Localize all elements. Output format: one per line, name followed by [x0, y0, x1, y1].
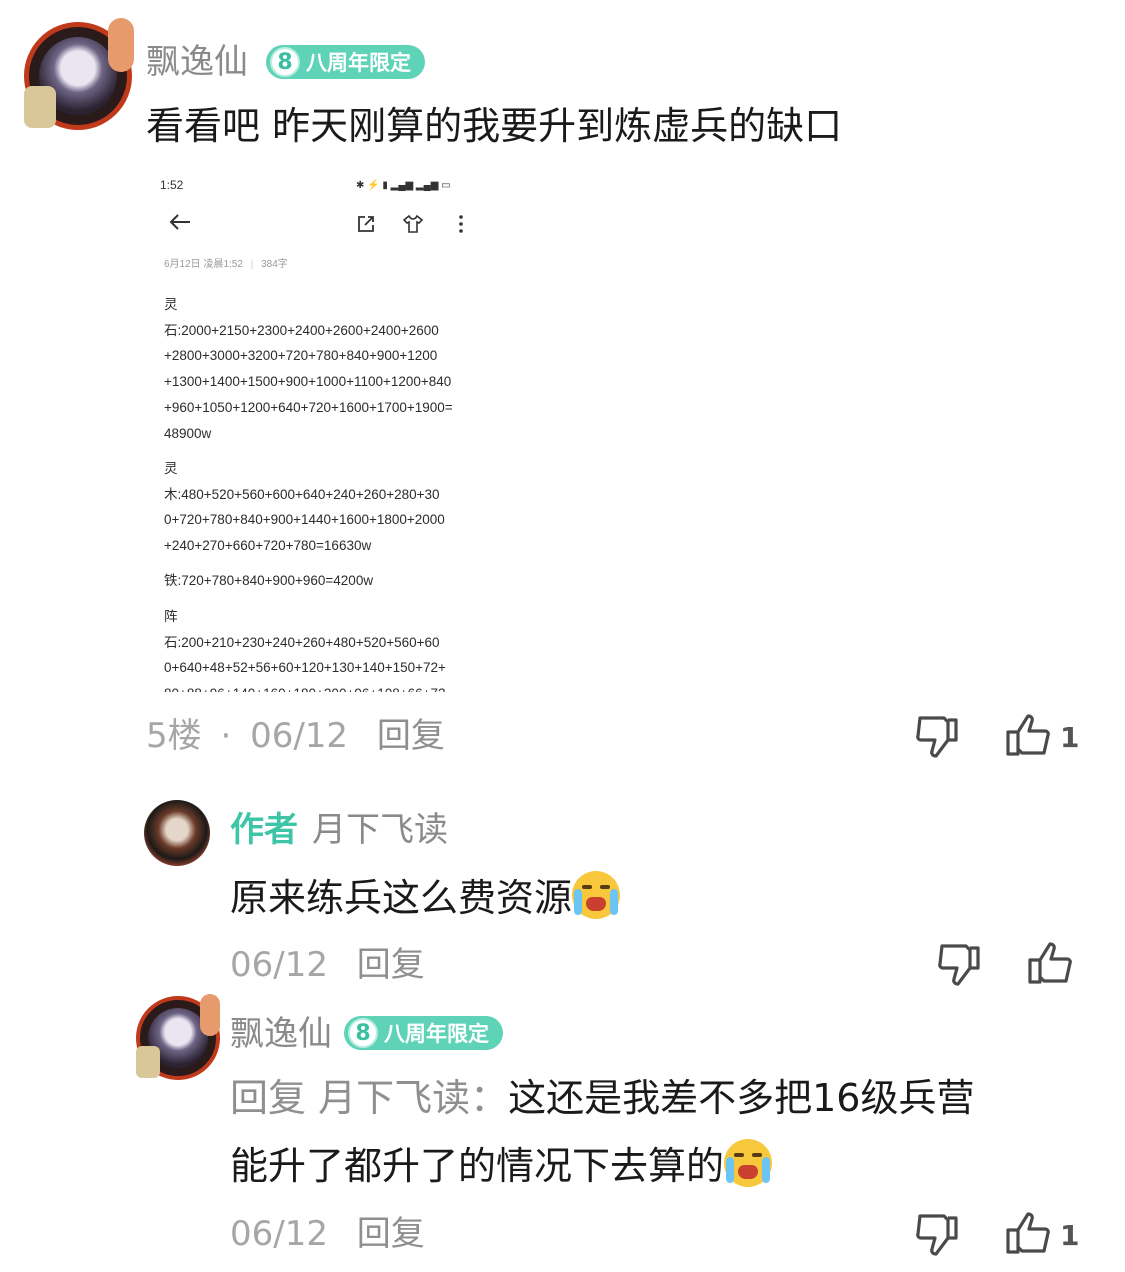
separator: ·	[220, 716, 232, 756]
like-count: 1	[1060, 1219, 1080, 1252]
status-icons: ✱ ⚡ ▮ ▂▄▆ ▂▄▆ ▭	[356, 180, 451, 191]
note-line: +2800+3000+3200+720+780+840+900+1200	[164, 348, 438, 363]
note-line: 石:200+210+230+240+260+480+520+560+60	[164, 635, 440, 650]
reply-text-content: 能升了都升了的情况下去算的	[230, 1144, 725, 1188]
author-avatar[interactable]	[144, 800, 210, 866]
like-count: 1	[1060, 721, 1080, 754]
badge-label: 八周年限定	[306, 51, 411, 75]
reply-button[interactable]: 回复	[377, 716, 445, 756]
shirt-icon	[402, 214, 424, 234]
reply-meta: 06/12 回复	[230, 945, 425, 985]
more-icon	[458, 214, 464, 234]
note-info: 6月12日 凌晨1:52 | 384字	[164, 259, 288, 270]
like-icon[interactable]	[1026, 940, 1074, 986]
note-line: +1300+1400+1500+900+1000+1100+1200+840	[164, 374, 452, 389]
anniversary-badge: 8 八周年限定	[266, 45, 425, 79]
crying-face-emoji	[572, 871, 621, 919]
reply-text-content: 原来练兵这么费资源	[230, 876, 573, 920]
note-line: 灵	[164, 297, 178, 312]
reply-text-content: 这还是我差不多把16级兵营	[508, 1076, 975, 1120]
reply-button[interactable]: 回复	[357, 1214, 425, 1254]
like-icon[interactable]	[1004, 1210, 1052, 1256]
note-line: +240+270+660+720+780=16630w	[164, 538, 372, 553]
note-line: 0+640+48+52+56+60+120+130+140+150+72+	[164, 660, 446, 675]
reply-header: 作者 月下飞读	[230, 810, 448, 850]
dislike-icon[interactable]	[914, 714, 962, 760]
reply-date: 06/12	[230, 945, 328, 985]
note-date: 6月12日 凌晨1:52	[164, 259, 243, 270]
attached-image[interactable]: 1:52 ✱ ⚡ ▮ ▂▄▆ ▂▄▆ ▭ 6月12日 凌晨1:52 | 384字…	[146, 172, 486, 692]
reply-meta: 06/12 回复	[230, 1214, 425, 1254]
avatar-frame-ornament	[136, 1046, 160, 1078]
reply-1: 作者 月下飞读 原来练兵这么费资源 06/12 回复	[0, 790, 1125, 990]
badge-number: 8	[348, 1018, 378, 1048]
comment-1: 飘逸仙 8 八周年限定 看看吧 昨天刚算的我要升到炼虚兵的缺口 1:52 ✱ ⚡…	[0, 0, 1125, 780]
avatar-frame-ornament	[200, 994, 220, 1036]
like-icon[interactable]	[1004, 712, 1052, 758]
share-icon	[356, 214, 376, 234]
note-line: 铁:720+780+840+900+960=4200w	[164, 573, 374, 588]
note-line: 木:480+520+560+600+640+240+260+280+30	[164, 487, 440, 502]
reply-button[interactable]: 回复	[357, 945, 425, 985]
dislike-icon[interactable]	[914, 1212, 962, 1258]
username[interactable]: 月下飞读	[312, 810, 448, 850]
note-line: 0+720+780+840+900+1440+1600+1800+2000	[164, 512, 445, 527]
note-words: 384字	[261, 259, 288, 270]
author-tag: 作者	[230, 810, 298, 850]
reply-prefix[interactable]: 回复 月下飞读：	[230, 1076, 508, 1120]
reply-date: 06/12	[230, 1214, 328, 1254]
note-line: 阵	[164, 609, 178, 624]
note-line: 石:2000+2150+2300+2400+2600+2400+2600	[164, 323, 439, 338]
back-arrow-icon	[168, 212, 192, 232]
reply-2: 飘逸仙 8 八周年限定 回复 月下飞读：这还是我差不多把16级兵营 能升了都升了…	[0, 990, 1125, 1272]
note-line: +960+1050+1200+640+720+1600+1700+1900=	[164, 400, 453, 415]
note-line: 48900w	[164, 426, 212, 441]
comment-date: 06/12	[250, 716, 349, 756]
note-line: 80+88+96+140+160+180+200+96+108+66+72	[164, 681, 446, 692]
anniversary-badge: 8 八周年限定	[344, 1016, 503, 1050]
badge-label: 八周年限定	[384, 1022, 489, 1046]
avatar-frame-ornament	[108, 18, 134, 72]
username[interactable]: 飘逸仙	[146, 42, 248, 82]
avatar-frame-ornament	[24, 86, 56, 128]
comment-text: 看看吧 昨天刚算的我要升到炼虚兵的缺口	[146, 104, 843, 148]
reply-text-line-2: 能升了都升了的情况下去算的	[230, 1132, 773, 1200]
badge-number: 8	[270, 47, 300, 77]
reply-text-line-1: 回复 月下飞读：这还是我差不多把16级兵营	[230, 1064, 974, 1132]
crying-face-emoji	[724, 1139, 773, 1187]
reply-text: 原来练兵这么费资源	[230, 864, 621, 932]
comment-meta: 5楼 · 06/12 回复	[146, 716, 445, 756]
note-line: 灵	[164, 461, 178, 476]
dislike-icon[interactable]	[936, 942, 984, 988]
floor-number: 5楼	[146, 716, 202, 756]
username[interactable]: 飘逸仙	[230, 1014, 332, 1054]
status-time: 1:52	[160, 178, 184, 192]
